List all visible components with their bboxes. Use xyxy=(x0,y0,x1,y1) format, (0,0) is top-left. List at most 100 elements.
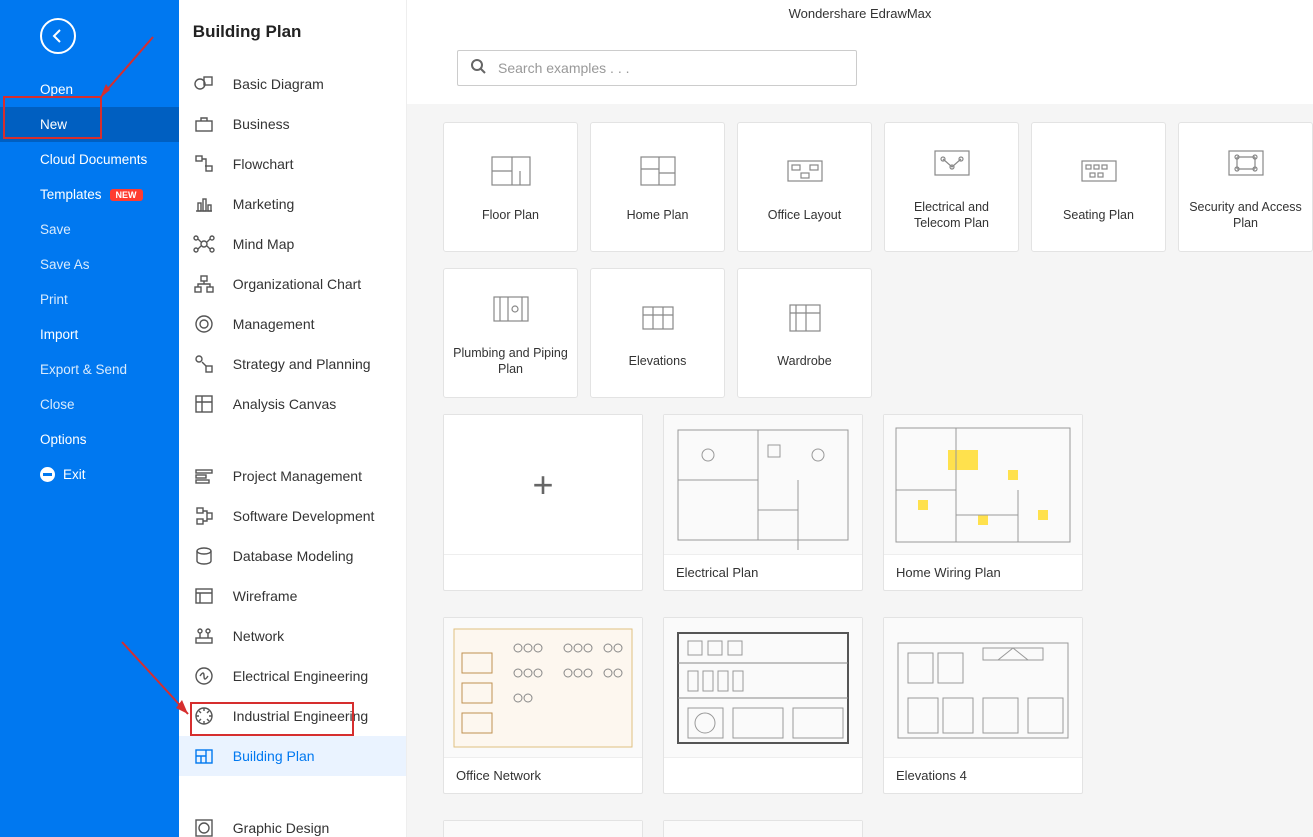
category-item-flowchart[interactable]: Flowchart xyxy=(179,144,406,184)
menu-item-export-send[interactable]: Export & Send xyxy=(0,352,179,387)
template-icon xyxy=(1223,143,1269,183)
category-item-electrical-engineering[interactable]: Electrical Engineering xyxy=(179,656,406,696)
menu-item-import[interactable]: Import xyxy=(0,317,179,352)
example-thumb xyxy=(444,821,642,837)
category-item-marketing[interactable]: Marketing xyxy=(179,184,406,224)
search-input[interactable] xyxy=(498,60,844,76)
template-icon xyxy=(635,297,681,337)
example-card-home-wiring-plan[interactable]: Home Wiring Plan xyxy=(883,414,1083,591)
category-item-label: Organizational Chart xyxy=(233,276,361,292)
electrical-icon xyxy=(193,665,215,687)
menu-item-label: Options xyxy=(40,432,87,447)
category-item-business[interactable]: Business xyxy=(179,104,406,144)
example-card-item-4[interactable] xyxy=(663,617,863,794)
category-item-label: Database Modeling xyxy=(233,548,354,564)
template-card-elevations[interactable]: Elevations xyxy=(590,268,725,398)
shapes-icon xyxy=(193,73,215,95)
menu-item-save-as[interactable]: Save As xyxy=(0,247,179,282)
briefcase-icon xyxy=(193,113,215,135)
template-label: Plumbing and Piping Plan xyxy=(444,345,577,378)
template-label: Elevations xyxy=(623,353,693,369)
category-item-software-development[interactable]: Software Development xyxy=(179,496,406,536)
graphic-icon xyxy=(193,817,215,837)
app-title: Wondershare EdrawMax xyxy=(407,0,1313,40)
template-card-office-layout[interactable]: Office Layout xyxy=(737,122,872,252)
plus-icon: + xyxy=(532,464,553,506)
category-item-database-modeling[interactable]: Database Modeling xyxy=(179,536,406,576)
template-card-plumbing-and-piping-plan[interactable]: Plumbing and Piping Plan xyxy=(443,268,578,398)
template-card-security-and-access-plan[interactable]: Security and Access Plan xyxy=(1178,122,1313,252)
back-button[interactable] xyxy=(40,18,76,54)
category-item-label: Flowchart xyxy=(233,156,294,172)
template-label: Seating Plan xyxy=(1057,207,1140,223)
category-item-strategy-and-planning[interactable]: Strategy and Planning xyxy=(179,344,406,384)
template-card-home-plan[interactable]: Home Plan xyxy=(590,122,725,252)
template-card-wardrobe[interactable]: Wardrobe xyxy=(737,268,872,398)
content-area: Floor PlanHome PlanOffice LayoutElectric… xyxy=(407,104,1313,837)
example-label: Home Wiring Plan xyxy=(884,555,1082,590)
menu-item-print[interactable]: Print xyxy=(0,282,179,317)
category-item-wireframe[interactable]: Wireframe xyxy=(179,576,406,616)
category-item-industrial-engineering[interactable]: Industrial Engineering xyxy=(179,696,406,736)
template-card-electrical-and-telecom-plan[interactable]: Electrical and Telecom Plan xyxy=(884,122,1019,252)
menu-item-templates[interactable]: Templates NEW xyxy=(0,177,179,212)
file-menu-sidebar: OpenNewCloud Documents Templates NEW SaveSa… xyxy=(0,0,179,837)
example-card-elevations-6[interactable]: Elevations 6 xyxy=(663,820,863,837)
example-label: Office Network xyxy=(444,758,642,793)
category-item-organizational-chart[interactable]: Organizational Chart xyxy=(179,264,406,304)
example-thumb xyxy=(664,415,862,555)
flowchart-icon xyxy=(193,153,215,175)
category-item-label: Software Development xyxy=(233,508,375,524)
menu-item-options[interactable]: Options xyxy=(0,422,179,457)
example-thumb xyxy=(664,618,862,758)
menu-item-cloud-documents[interactable]: Cloud Documents xyxy=(0,142,179,177)
category-item-label: Analysis Canvas xyxy=(233,396,337,412)
menu-item-save[interactable]: Save xyxy=(0,212,179,247)
main-area: Wondershare EdrawMax Floor Plan Home Plan… xyxy=(407,0,1313,837)
menu-item-label: Templates xyxy=(40,187,102,202)
category-item-label: Industrial Engineering xyxy=(233,708,368,724)
category-item-label: Network xyxy=(233,628,284,644)
category-item-label: Wireframe xyxy=(233,588,298,604)
category-item-basic-diagram[interactable]: Basic Diagram xyxy=(179,64,406,104)
category-item-network[interactable]: Network xyxy=(179,616,406,656)
example-thumb xyxy=(444,618,642,758)
category-item-label: Electrical Engineering xyxy=(233,668,368,684)
menu-item-label: Exit xyxy=(63,467,86,482)
category-item-mind-map[interactable]: Mind Map xyxy=(179,224,406,264)
menu-item-open[interactable]: Open xyxy=(0,72,179,107)
category-item-management[interactable]: Management xyxy=(179,304,406,344)
example-card-elevations-4[interactable]: Elevations 4 xyxy=(883,617,1083,794)
category-item-label: Mind Map xyxy=(233,236,294,252)
template-icon xyxy=(488,289,534,329)
category-item-label: Graphic Design xyxy=(233,820,330,836)
template-card-seating-plan[interactable]: Seating Plan xyxy=(1031,122,1166,252)
category-item-building-plan[interactable]: Building Plan xyxy=(179,736,406,776)
menu-item-close[interactable]: Close xyxy=(0,387,179,422)
category-item-label: Building Plan xyxy=(233,748,315,764)
example-card-elevations-5[interactable]: Elevations 5 xyxy=(443,820,643,837)
template-label: Wardrobe xyxy=(771,353,837,369)
category-item-label: Project Management xyxy=(233,468,362,484)
search-box[interactable] xyxy=(457,50,857,86)
wireframe-icon xyxy=(193,585,215,607)
menu-item-new[interactable]: New xyxy=(0,107,179,142)
template-card-floor-plan[interactable]: Floor Plan xyxy=(443,122,578,252)
gear-icon xyxy=(193,313,215,335)
template-icon xyxy=(782,297,828,337)
menu-item-label: Close xyxy=(40,397,75,412)
template-icon xyxy=(1076,151,1122,191)
category-item-analysis-canvas[interactable]: Analysis Canvas xyxy=(179,384,406,424)
category-item-label: Business xyxy=(233,116,290,132)
example-card-electrical-plan[interactable]: Electrical Plan xyxy=(663,414,863,591)
new-badge: NEW xyxy=(110,189,143,201)
template-icon xyxy=(635,151,681,191)
example-card-blank[interactable]: + xyxy=(443,414,643,591)
example-card-office-network[interactable]: Office Network xyxy=(443,617,643,794)
category-item-graphic-design[interactable]: Graphic Design xyxy=(179,808,406,837)
category-item-project-management[interactable]: Project Management xyxy=(179,456,406,496)
template-label: Home Plan xyxy=(621,207,695,223)
example-label: Elevations 4 xyxy=(884,758,1082,793)
category-title: Building Plan xyxy=(179,0,406,64)
menu-item-exit[interactable]: Exit xyxy=(0,457,179,492)
